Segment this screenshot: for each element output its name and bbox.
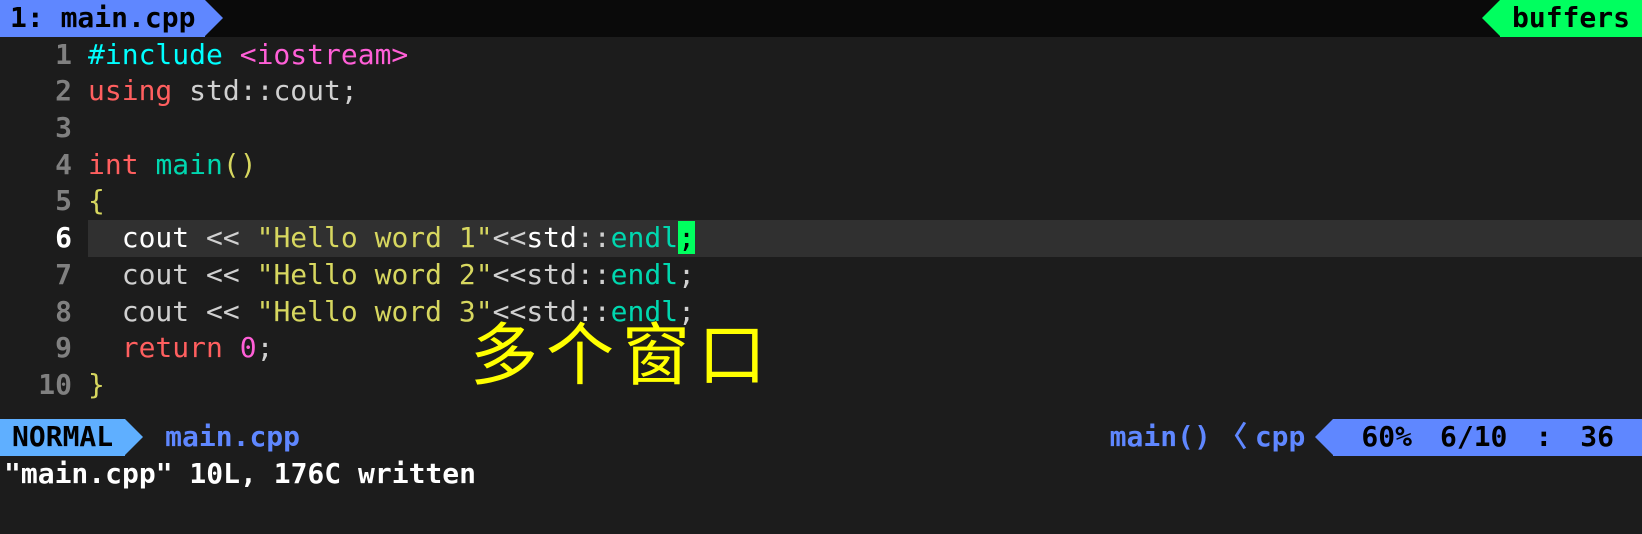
code-content[interactable]: {	[88, 183, 1642, 220]
tabline: 1: main.cpp buffers	[0, 0, 1642, 37]
line-number: 7	[0, 257, 88, 294]
code-line[interactable]: 3	[0, 110, 1642, 147]
mode-indicator: NORMAL	[0, 419, 125, 456]
statusline-spacer	[322, 419, 1100, 456]
statusline-filetype: cpp	[1255, 419, 1306, 456]
line-number: 6	[0, 220, 88, 257]
line-number: 1	[0, 37, 88, 74]
code-content[interactable]	[88, 110, 1642, 147]
statusline-filename: main.cpp	[143, 419, 322, 456]
buffer-tab-active[interactable]: 1: main.cpp	[0, 0, 205, 37]
code-content[interactable]: int main()	[88, 147, 1642, 184]
statusline-context: main() 〈 cpp	[1100, 419, 1316, 456]
code-content[interactable]: return 0;	[88, 330, 1642, 367]
code-line[interactable]: 7 cout << "Hello word 2"<<std::endl;	[0, 257, 1642, 294]
line-number: 8	[0, 294, 88, 331]
code-line[interactable]: 10}	[0, 367, 1642, 404]
line-number: 5	[0, 183, 88, 220]
code-content[interactable]: cout << "Hello word 1"<<std::endl;	[88, 220, 1642, 257]
line-number: 10	[0, 367, 88, 404]
chevron-left-icon: 〈	[1211, 419, 1255, 456]
code-line[interactable]: 5{	[0, 183, 1642, 220]
code-content[interactable]: #include <iostream>	[88, 37, 1642, 74]
vim-window: 1: main.cpp buffers 1#include <iostream>…	[0, 0, 1642, 534]
code-line[interactable]: 2using std::cout;	[0, 73, 1642, 110]
statusline-percent: 60%	[1347, 419, 1426, 456]
separator-icon	[1482, 0, 1500, 36]
tabline-label-buffers[interactable]: buffers	[1500, 0, 1642, 37]
statusline-lineinfo: 6/10	[1426, 419, 1521, 456]
statusline-position: 60% 6/10 : 36	[1333, 419, 1642, 456]
code-line[interactable]: 1#include <iostream>	[0, 37, 1642, 74]
line-number: 4	[0, 147, 88, 184]
code-content[interactable]: }	[88, 367, 1642, 404]
code-content[interactable]: using std::cout;	[88, 73, 1642, 110]
line-number: 3	[0, 110, 88, 147]
command-message-line[interactable]: "main.cpp" 10L, 176C written	[0, 456, 1642, 493]
statusline: NORMAL main.cpp main() 〈 cpp 60% 6/10 : …	[0, 419, 1642, 456]
editor-area[interactable]: 1#include <iostream>2using std::cout;34i…	[0, 37, 1642, 404]
code-line[interactable]: 9 return 0;	[0, 330, 1642, 367]
tabline-spacer	[223, 0, 1482, 37]
separator-icon	[1315, 419, 1333, 455]
code-line[interactable]: 8 cout << "Hello word 3"<<std::endl;	[0, 294, 1642, 331]
separator-icon	[205, 0, 223, 36]
code-content[interactable]: cout << "Hello word 2"<<std::endl;	[88, 257, 1642, 294]
statusline-function: main()	[1110, 419, 1211, 456]
line-number: 9	[0, 330, 88, 367]
code-content[interactable]: cout << "Hello word 3"<<std::endl;	[88, 294, 1642, 331]
code-line[interactable]: 6 cout << "Hello word 1"<<std::endl;	[0, 220, 1642, 257]
separator-icon	[125, 419, 143, 455]
statusline-colon: :	[1521, 419, 1566, 456]
statusline-column: 36	[1566, 419, 1628, 456]
code-line[interactable]: 4int main()	[0, 147, 1642, 184]
line-number: 2	[0, 73, 88, 110]
